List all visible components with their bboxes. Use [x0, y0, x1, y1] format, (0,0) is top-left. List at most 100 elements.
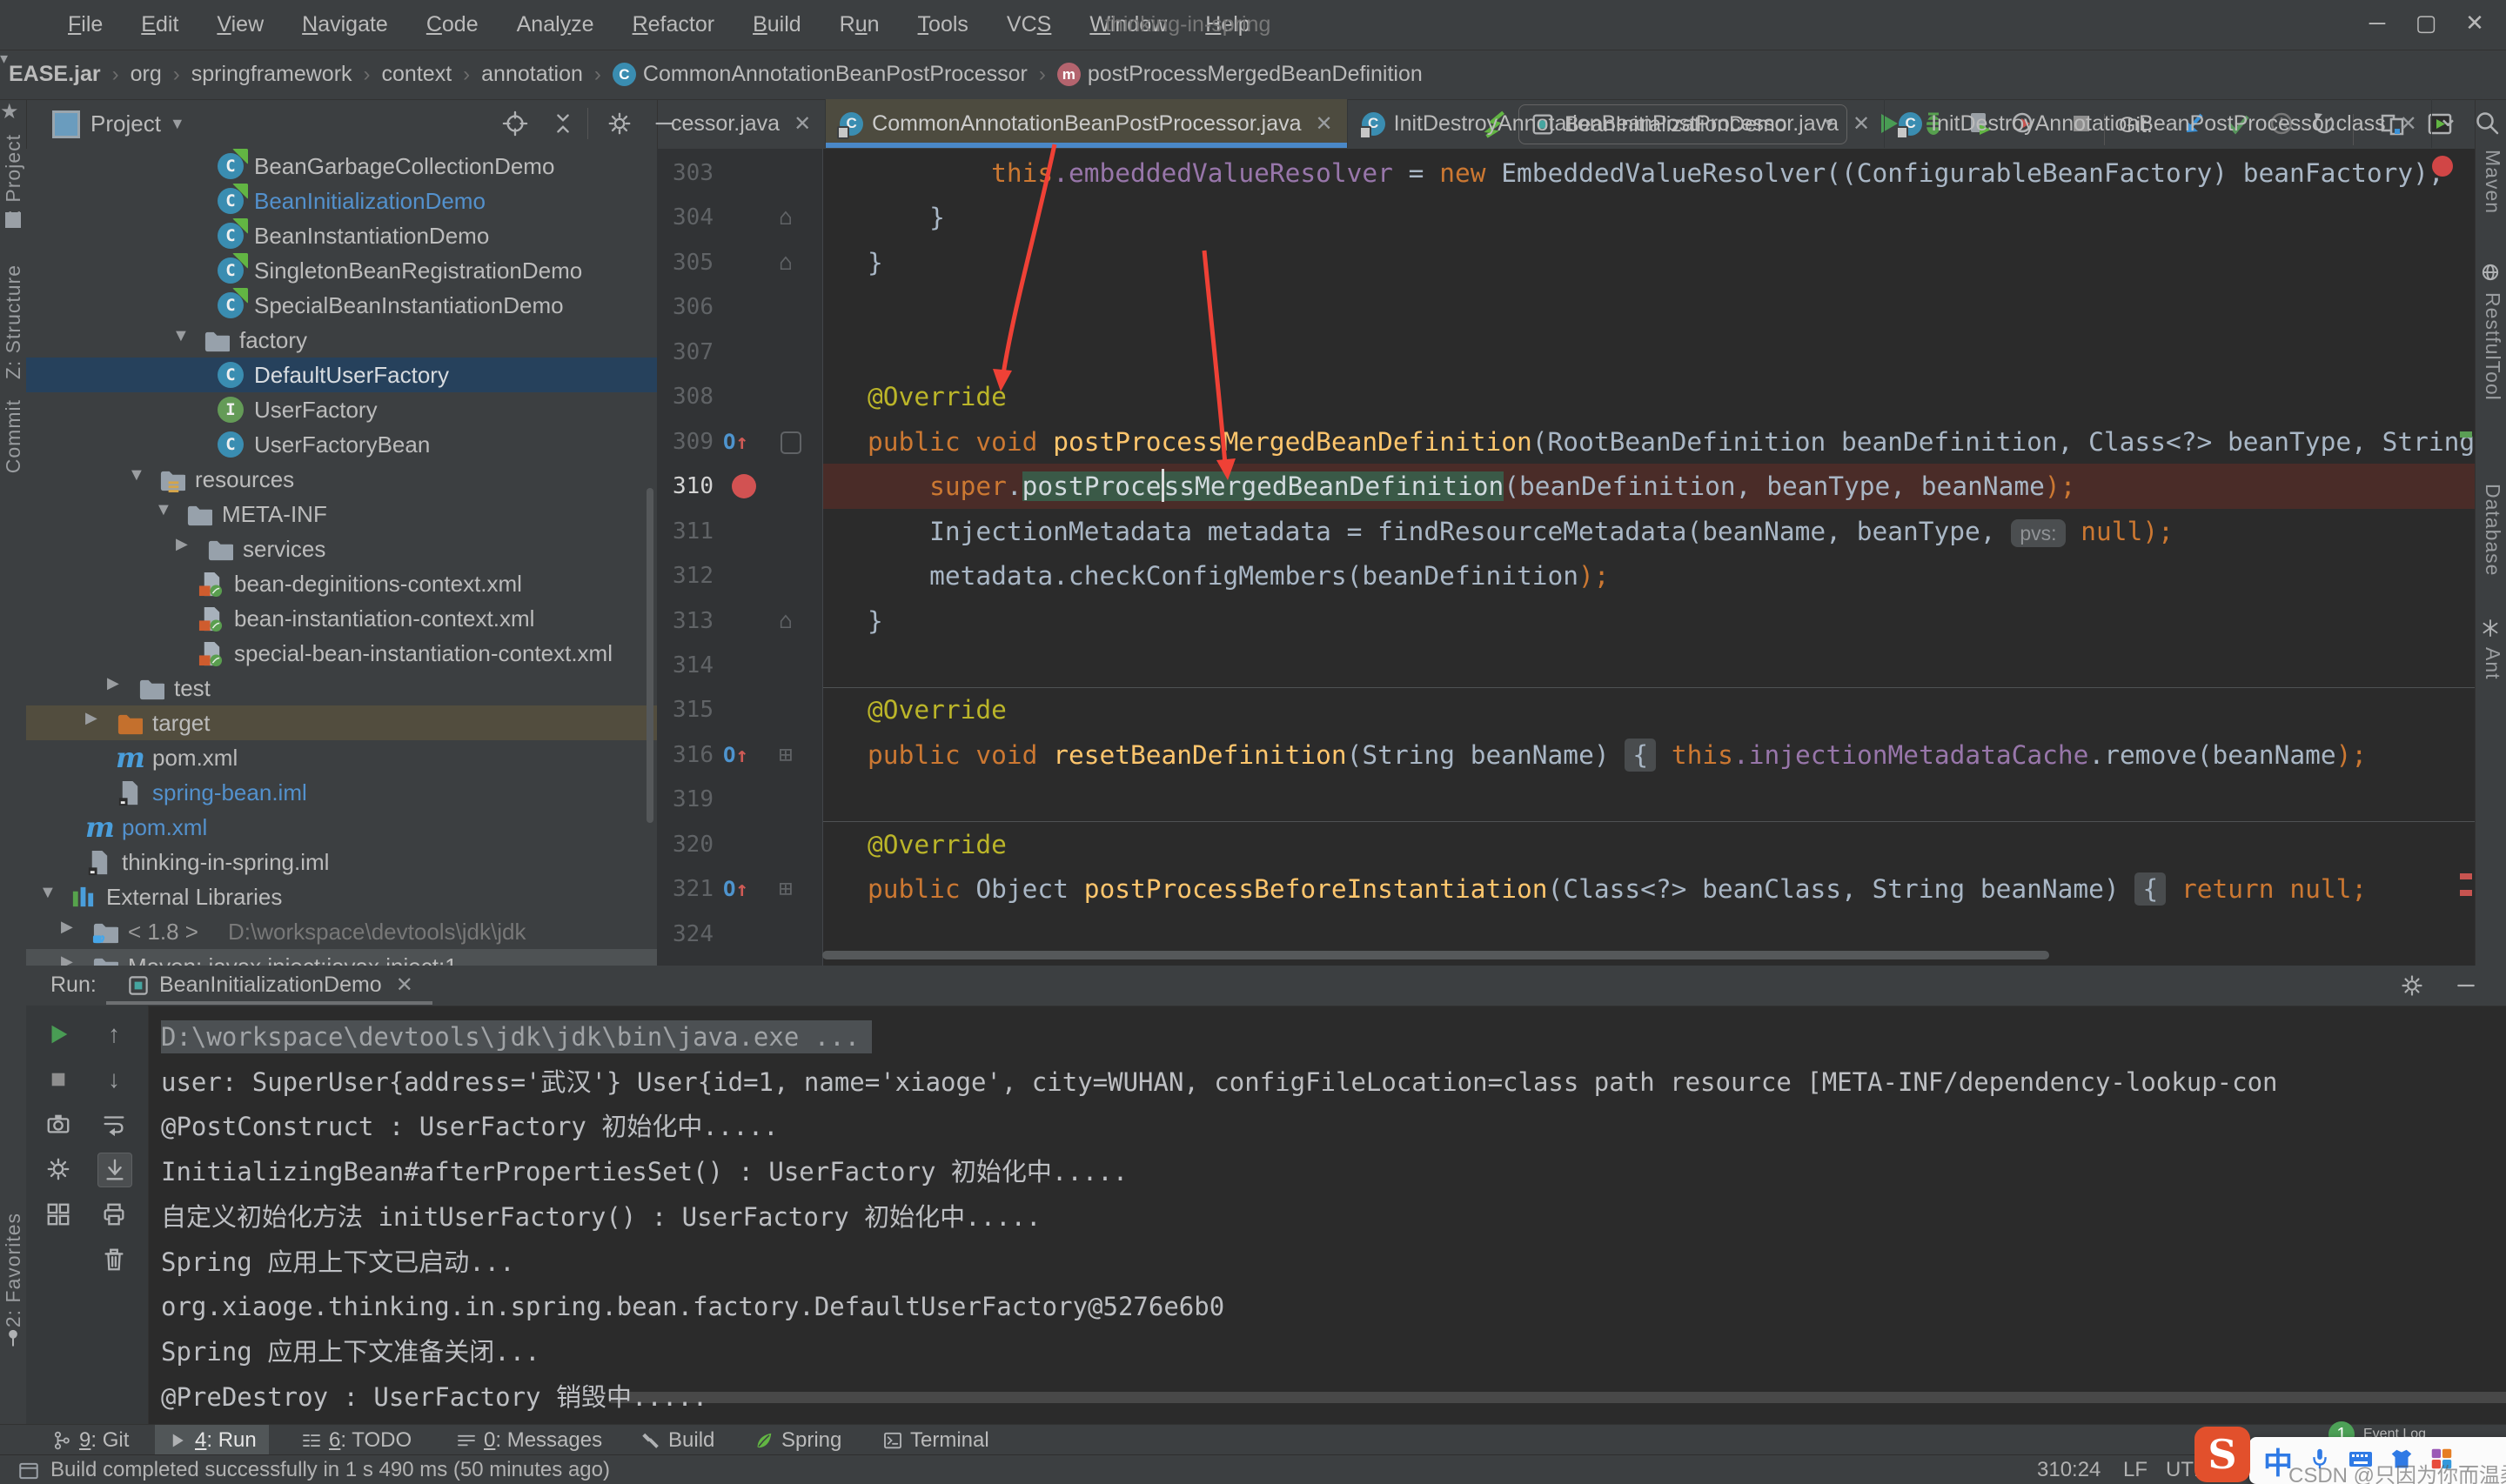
chevron-right-icon[interactable]: ▶	[61, 953, 73, 966]
breadcrumb-item[interactable]: context	[382, 62, 452, 87]
tree-row[interactable]: CDefaultUserFactory	[26, 358, 657, 392]
fold-end-icon[interactable]: ⌂	[779, 195, 793, 240]
tree-row[interactable]: spring-bean.iml	[26, 775, 657, 810]
code-line[interactable]: 303 this.embeddedValueResolver = new Emb…	[657, 150, 2475, 196]
toolwindow-messages[interactable]: 0: Messages	[444, 1425, 614, 1455]
globe-icon[interactable]	[2479, 261, 2502, 284]
tree-row[interactable]: CSpecialBeanInstantiationDemo	[26, 288, 657, 323]
code-line[interactable]: 321O↑⊞ public Object postProcessBeforeIn…	[657, 866, 2475, 912]
menu-analyze[interactable]: Analyze	[498, 0, 613, 50]
down-button[interactable]: ↓	[97, 1063, 131, 1096]
code-line[interactable]: 313⌂ }	[657, 598, 2475, 644]
code-line[interactable]: 315 @Override	[657, 687, 2475, 732]
locate-button[interactable]	[496, 104, 534, 143]
fold-start-icon[interactable]	[781, 431, 801, 454]
chevron-right-icon[interactable]: ▶	[61, 918, 73, 936]
close-icon[interactable]: ✕	[1316, 111, 1333, 137]
console-line[interactable]: Spring 应用上下文已启动...	[161, 1240, 515, 1285]
editor-tab[interactable]: CInitDestroyAnnotationBeanPostProcessor.…	[1348, 99, 1886, 148]
project-panel-title[interactable]: Project	[90, 110, 161, 137]
tree-row[interactable]: IUserFactory	[26, 392, 657, 427]
breadcrumb-item[interactable]: EASE.jar	[9, 62, 101, 87]
editor-tab[interactable]: CInitDestroyAnnotationBeanPostProcessor.…	[1885, 99, 2432, 148]
menu-view[interactable]: View	[198, 0, 283, 50]
fold-end-icon[interactable]: ⌂	[779, 240, 793, 285]
override-gutter-icon[interactable]: O↑	[723, 732, 748, 778]
toolwindow-terminal[interactable]: Terminal	[870, 1425, 1002, 1455]
code-line[interactable]: 324	[657, 912, 2475, 957]
tree-row[interactable]: mpom.xml	[26, 810, 657, 845]
line-separator[interactable]: LF	[2123, 1458, 2148, 1482]
maximize-button[interactable]: ▢	[2402, 3, 2450, 42]
window-layout-icon[interactable]	[17, 1460, 40, 1484]
chevron-right-icon[interactable]: ▶	[176, 535, 188, 553]
console-line[interactable]: D:\workspace\devtools\jdk\jdk\bin\java.e…	[161, 1014, 872, 1060]
close-icon[interactable]: ✕	[396, 973, 413, 998]
scrollend-button[interactable]	[97, 1153, 132, 1187]
tree-row[interactable]: bean-instantiation-context.xml	[26, 601, 657, 636]
code-line[interactable]: 306	[657, 284, 2475, 330]
breadcrumb-item[interactable]: springframework	[191, 62, 352, 87]
tree-row[interactable]: special-bean-instantiation-context.xml	[26, 636, 657, 671]
hidden-tabs-chevron-icon[interactable]: ⌄	[2437, 103, 2459, 133]
menu-vcs[interactable]: VCS	[988, 0, 1070, 50]
console-line[interactable]: InitializingBean#afterPropertiesSet() : …	[161, 1149, 1128, 1194]
code-line[interactable]: 312 metadata.checkConfigMembers(beanDefi…	[657, 553, 2475, 598]
toolwindow-build[interactable]: Build	[628, 1425, 727, 1455]
code-editor[interactable]: 303 this.embeddedValueResolver = new Emb…	[657, 149, 2475, 966]
code-line[interactable]: 304⌂ }	[657, 195, 2475, 240]
code-line[interactable]: 319	[657, 777, 2475, 822]
code-line[interactable]: 320 @Override	[657, 822, 2475, 867]
console-line[interactable]: user: SuperUser{address='武汉'} User{id=1,…	[161, 1060, 2278, 1105]
console-line[interactable]: @PreDestroy : UserFactory 销毁中.....	[161, 1374, 707, 1420]
collapse-button[interactable]	[544, 104, 582, 143]
code-line[interactable]: 309O↑ public void postProcessMergedBeanD…	[657, 419, 2475, 465]
chevron-down-icon[interactable]: ▼	[128, 465, 145, 485]
tree-row[interactable]: mpom.xml	[26, 740, 657, 775]
tree-row[interactable]: ▼factory	[26, 323, 657, 358]
chevron-right-icon[interactable]: ▶	[85, 709, 97, 727]
tree-row[interactable]: CBeanInitializationDemo	[26, 184, 657, 218]
stripe-z-structure[interactable]: Z: Structure	[2, 264, 25, 379]
stripe-database[interactable]: Database	[2481, 484, 2504, 576]
chevron-down-icon[interactable]: ▼	[39, 883, 57, 903]
chevron-down-icon[interactable]: ▼	[172, 326, 190, 346]
menu-edit[interactable]: Edit	[122, 0, 198, 50]
stop-button[interactable]	[42, 1063, 75, 1096]
tree-row[interactable]: CSingletonBeanRegistrationDemo	[26, 253, 657, 288]
stripe-commit[interactable]: Commit	[2, 399, 25, 473]
breakpoint-icon[interactable]	[732, 474, 756, 498]
console-hscrollbar[interactable]	[609, 1392, 2506, 1403]
chevron-down-icon[interactable]: ▼	[155, 500, 172, 520]
grid-button[interactable]	[42, 1198, 75, 1231]
tree-row[interactable]: CUserFactoryBean	[26, 427, 657, 462]
breadcrumb-item[interactable]: CCommonAnnotationBeanPostProcessor	[613, 62, 1028, 87]
star-icon[interactable]: ★	[0, 99, 19, 124]
code-line[interactable]: 305⌂ }	[657, 240, 2475, 285]
override-gutter-icon[interactable]: O↑	[723, 419, 748, 465]
code-line[interactable]: 308 @Override	[657, 374, 2475, 419]
toolwindow-git[interactable]: 9: Git	[39, 1425, 141, 1455]
menu-code[interactable]: Code	[407, 0, 498, 50]
code-line[interactable]: 310 super.postProcessMergedBeanDefinitio…	[657, 464, 2475, 509]
close-icon[interactable]: ✕	[794, 111, 811, 137]
menu-navigate[interactable]: Navigate	[283, 0, 407, 50]
minimize-button[interactable]: ─	[2353, 3, 2402, 42]
override-gutter-icon[interactable]: O↑	[723, 866, 748, 912]
status-message[interactable]: Build completed successfully in 1 s 490 …	[50, 1458, 610, 1482]
ant-icon[interactable]	[2480, 618, 2501, 638]
menu-run[interactable]: Run	[821, 0, 899, 50]
pin-icon[interactable]	[2, 1326, 24, 1348]
toolwindow-todo[interactable]: 6: TODO	[289, 1425, 424, 1455]
code-line[interactable]: 307	[657, 330, 2475, 375]
fold-expand-icon[interactable]: ⊞	[779, 732, 793, 778]
chevron-right-icon[interactable]: ▶	[107, 674, 119, 692]
tree-row[interactable]: thinking-in-spring.iml	[26, 845, 657, 879]
tree-row[interactable]: ▶target	[26, 705, 657, 740]
tree-row[interactable]: ▶Maven: javax.inject:javax.inject:1	[26, 949, 657, 966]
menu-file[interactable]: File	[49, 0, 122, 50]
breadcrumb-item[interactable]: org	[131, 62, 162, 87]
toolwindow-run[interactable]: 4: Run	[155, 1425, 269, 1455]
up-button[interactable]: ↑	[97, 1018, 131, 1051]
stripe-maven[interactable]: Maven	[2481, 150, 2504, 214]
